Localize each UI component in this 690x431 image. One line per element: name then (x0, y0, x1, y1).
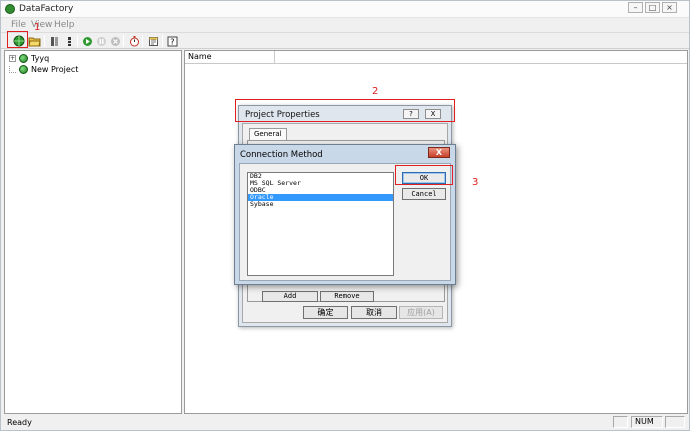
annotation-box-2 (235, 99, 455, 122)
stop-icon (111, 36, 120, 46)
play-icon (83, 36, 92, 46)
column-header-name[interactable]: Name (185, 51, 275, 64)
run-button[interactable] (80, 34, 95, 48)
menu-help[interactable]: Help (54, 20, 75, 30)
app-icon (5, 4, 15, 14)
close-icon[interactable]: X (428, 147, 450, 158)
menu-bar: File View Help (1, 19, 689, 31)
remove-button[interactable]: Remove (320, 291, 374, 302)
columns-icon (50, 36, 58, 46)
status-num-indicator: NUM (631, 416, 663, 428)
status-text: Ready (7, 418, 32, 427)
columns-button[interactable] (47, 34, 62, 48)
ok-button[interactable]: 确定 (303, 306, 348, 319)
stopwatch-icon (130, 36, 139, 47)
apply-button[interactable]: 应用(A) (399, 306, 443, 319)
menu-file[interactable]: File (11, 20, 26, 30)
tree-item-tyyq[interactable]: + Tyyq (9, 53, 49, 64)
connection-method-list[interactable]: DB2 MS SQL Server ODBC Oracle Sybase (247, 172, 394, 276)
status-bar: Ready NUM (1, 415, 689, 430)
properties-button[interactable] (146, 34, 161, 48)
title-bar: DataFactory – □ × (1, 1, 689, 18)
dialog-title: Connection Method (240, 150, 323, 160)
toolbar: ? (1, 32, 689, 49)
tree-item-label: Tyyq (31, 54, 50, 63)
stop-button[interactable] (108, 34, 123, 48)
status-pane-empty (665, 416, 685, 428)
annotation-box-1 (7, 31, 28, 48)
project-tree[interactable]: + Tyyq New Project (4, 50, 182, 414)
document-icon (149, 36, 158, 46)
globe-icon (19, 65, 28, 74)
globe-icon (19, 54, 28, 63)
rows-button[interactable] (62, 34, 77, 48)
add-button[interactable]: Add (262, 291, 318, 302)
cancel-button[interactable]: Cancel (402, 188, 446, 200)
annotation-label-3: 3 (472, 177, 479, 188)
status-pane-empty (613, 416, 628, 428)
pause-icon (97, 36, 106, 46)
list-item[interactable]: MS SQL Server (248, 180, 393, 187)
help-icon: ? (167, 36, 178, 46)
annotation-label-1: 1 (34, 22, 41, 33)
tree-connector (9, 66, 16, 73)
expand-icon[interactable]: + (9, 55, 16, 62)
tree-item-label: New Project (31, 65, 79, 74)
list-item[interactable]: Sybase (248, 201, 393, 208)
tree-item-new-project[interactable]: New Project (9, 64, 78, 75)
cancel-button[interactable]: 取消 (351, 306, 397, 319)
schedule-button[interactable] (127, 34, 142, 48)
help-button[interactable]: ? (165, 34, 180, 48)
maximize-button[interactable]: □ (645, 2, 660, 13)
pause-button[interactable] (94, 34, 109, 48)
window-title: DataFactory (19, 4, 74, 14)
minimize-button[interactable]: – (628, 2, 643, 13)
folder-open-icon (28, 37, 41, 46)
annotation-label-2: 2 (372, 86, 379, 97)
rows-icon (67, 36, 71, 46)
tab-general[interactable]: General (249, 128, 287, 140)
close-button[interactable]: × (662, 2, 677, 13)
column-header-empty (275, 51, 687, 64)
open-button[interactable] (27, 34, 42, 48)
annotation-box-3 (395, 165, 453, 185)
svg-text:?: ? (170, 37, 174, 46)
